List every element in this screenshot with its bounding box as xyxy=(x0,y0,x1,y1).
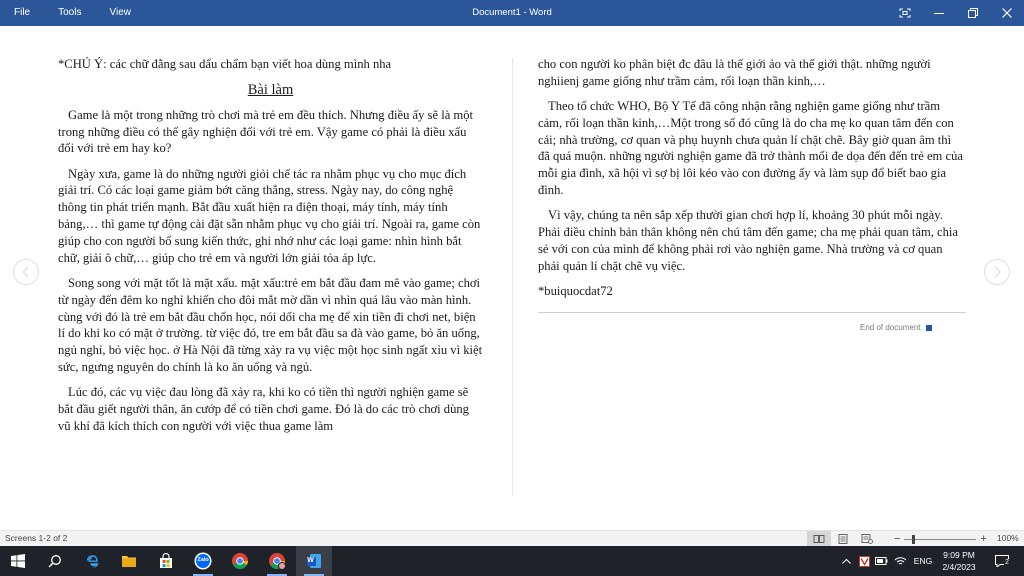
start-button[interactable] xyxy=(0,546,36,576)
minimize-icon xyxy=(934,13,944,14)
read-mode-icon xyxy=(813,535,825,543)
word-icon-letter: W xyxy=(307,557,314,564)
taskbar: Zalo W ENG 9:09 PM 2/4/2023 2 xyxy=(0,546,1024,576)
minimize-button[interactable] xyxy=(922,0,956,26)
taskbar-zalo[interactable]: Zalo xyxy=(185,546,221,576)
window-title: Document1 - Word xyxy=(472,7,552,18)
paragraph: Game là một trong những trò chơi mà trẻ … xyxy=(58,107,474,156)
title-bar: File Tools View Document1 - Word xyxy=(0,0,1024,26)
end-of-document-rule xyxy=(538,312,966,313)
chevron-right-icon xyxy=(994,266,1002,278)
web-layout-icon xyxy=(861,534,873,544)
paragraph: Ngày xưa, game là do những người giỏi ch… xyxy=(58,166,481,265)
taskbar-chrome[interactable] xyxy=(222,546,258,576)
clock-time: 9:09 PM xyxy=(943,550,975,560)
document-area[interactable]: *CHÚ Ý: các chữ đằng sau dấu chấm bạn vi… xyxy=(0,26,1024,530)
focus-mode-icon xyxy=(899,8,911,18)
wifi-icon xyxy=(894,557,906,565)
taskbar-edge[interactable] xyxy=(74,546,110,576)
menu-view[interactable]: View xyxy=(95,0,145,26)
zoom-level[interactable]: 100% xyxy=(997,533,1019,543)
notification-center-button[interactable]: 2 xyxy=(990,546,1014,576)
next-screen-button[interactable] xyxy=(984,259,1010,285)
window-controls xyxy=(888,0,1024,26)
taskbar-file-explorer[interactable] xyxy=(111,546,147,576)
focus-mode-button[interactable] xyxy=(888,0,922,26)
restore-button[interactable] xyxy=(956,0,990,26)
battery-icon xyxy=(874,557,887,565)
folder-icon xyxy=(122,556,136,567)
paragraph: Lúc đó, các vụ việc đau lòng đã xảy ra, … xyxy=(58,385,469,433)
tray-language[interactable]: ENG xyxy=(911,546,935,576)
status-bar: Screens 1-2 of 2 − + 100% xyxy=(0,530,1024,547)
tray-wifi[interactable] xyxy=(891,546,909,576)
taskbar-chrome-profile[interactable] xyxy=(259,546,295,576)
tray-antivirus[interactable] xyxy=(857,546,871,576)
tray-battery[interactable] xyxy=(873,546,889,576)
restore-icon xyxy=(968,8,978,18)
taskbar-clock[interactable]: 9:09 PM 2/4/2023 xyxy=(934,549,984,573)
print-layout-icon xyxy=(838,534,848,544)
zoom-out-icon[interactable]: − xyxy=(894,531,900,547)
language-label: ENG xyxy=(913,556,933,566)
zoom-control: − + xyxy=(894,531,987,547)
view-switcher xyxy=(807,531,879,547)
edge-browser-icon xyxy=(84,554,99,568)
show-hidden-icons[interactable] xyxy=(838,546,854,576)
search-icon xyxy=(48,555,61,568)
end-of-document-marker: End of document xyxy=(860,323,933,332)
zoom-slider-thumb[interactable] xyxy=(912,534,916,544)
left-column: *CHÚ Ý: các chữ đằng sau dấu chấm bạn vi… xyxy=(58,56,483,443)
web-layout-button[interactable] xyxy=(855,531,879,547)
store-bag-icon xyxy=(160,553,172,568)
paragraph: Vì vậy, chúng ta nên sắp xếp thười gian … xyxy=(538,208,959,273)
paragraph: Theo tổ chức WHO, Bộ Y Tế đã công nhận r… xyxy=(538,99,963,198)
notification-count-badge: 2 xyxy=(1004,559,1010,566)
search-button[interactable] xyxy=(37,546,73,576)
right-column: cho con người ko phân biệt đc đâu là thế… xyxy=(538,56,966,308)
chrome-icon xyxy=(232,553,248,569)
screen-count: Screens 1-2 of 2 xyxy=(5,533,68,543)
column-divider xyxy=(512,58,513,496)
clock-date: 2/4/2023 xyxy=(942,562,976,572)
paragraph: cho con người ko phân biệt đc đâu là thế… xyxy=(538,57,931,88)
previous-screen-button[interactable] xyxy=(13,259,39,285)
zoom-slider[interactable] xyxy=(904,534,977,544)
read-mode-button[interactable] xyxy=(807,531,831,547)
essay-heading: Bài làm xyxy=(247,81,294,98)
taskbar-store[interactable] xyxy=(148,546,184,576)
signature-line: *buiquocdat72 xyxy=(538,284,613,299)
close-icon xyxy=(1002,8,1012,18)
print-layout-button[interactable] xyxy=(831,531,855,547)
antivirus-shield-icon xyxy=(858,555,870,567)
chrome-profile-icon xyxy=(269,553,286,570)
zalo-icon-label: Zalo xyxy=(197,557,209,563)
windows-logo-icon xyxy=(11,554,25,568)
paragraph: Song song với mặt tốt là mặt xấu. mặt xấ… xyxy=(58,275,483,374)
chevron-left-icon xyxy=(21,266,29,278)
chevron-up-icon xyxy=(841,558,851,564)
zoom-in-icon[interactable]: + xyxy=(980,531,986,547)
menu-file[interactable]: File xyxy=(0,0,44,26)
menu-tools[interactable]: Tools xyxy=(44,0,95,26)
note-line: *CHÚ Ý: các chữ đằng sau dấu chấm bạn vi… xyxy=(58,57,392,71)
taskbar-word[interactable]: W xyxy=(296,546,332,576)
close-button[interactable] xyxy=(990,0,1024,26)
menu-bar: File Tools View xyxy=(0,0,145,26)
end-square-icon xyxy=(926,324,933,331)
end-of-document-label: End of document xyxy=(860,323,921,332)
